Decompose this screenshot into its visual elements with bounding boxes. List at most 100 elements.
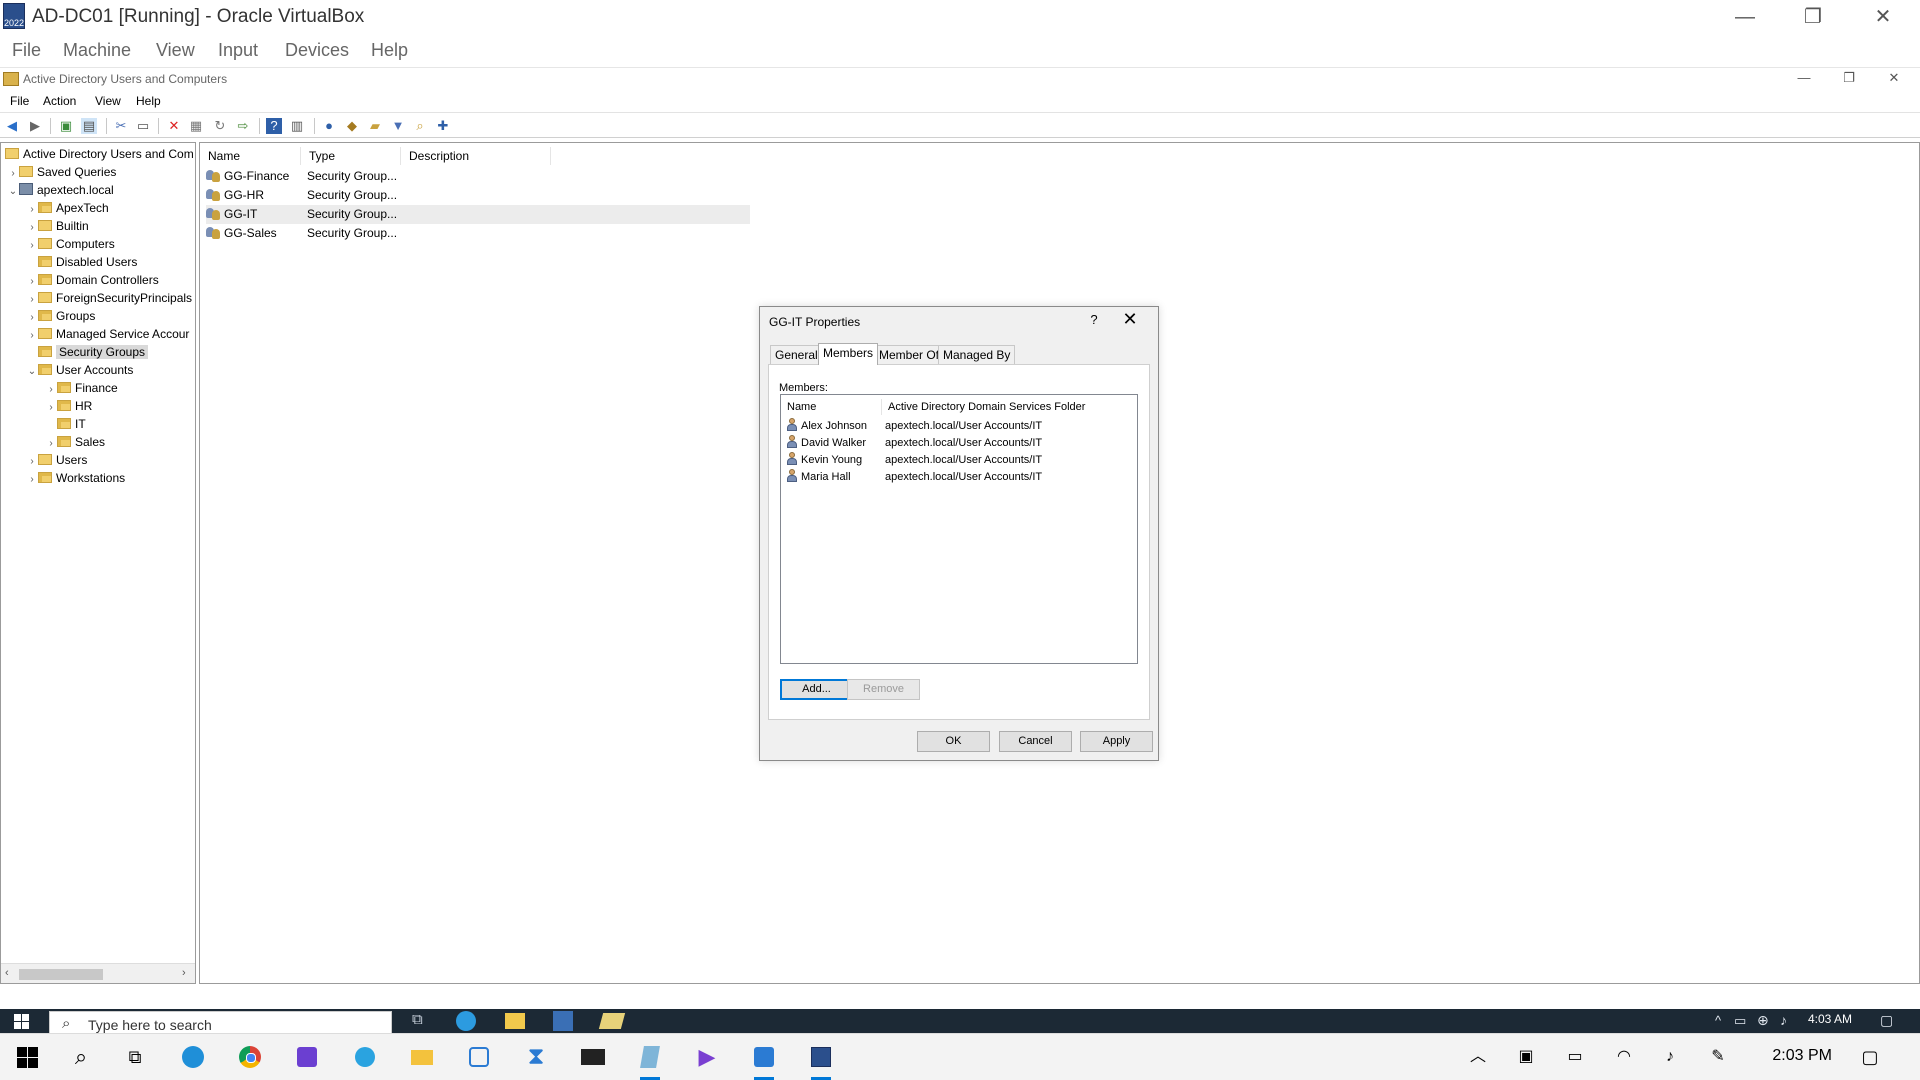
- filter-icon[interactable]: ▼: [390, 118, 406, 134]
- export-list-icon[interactable]: ⇨: [235, 118, 251, 134]
- list-row-gg-finance[interactable]: GG-Finance Security Group...: [206, 167, 750, 186]
- guest-tray-chevron-icon[interactable]: ^: [1715, 1013, 1721, 1028]
- host-wifi-icon[interactable]: ◠: [1609, 1042, 1639, 1072]
- host-telegram-icon[interactable]: [350, 1042, 380, 1072]
- host-snipping-tool-icon[interactable]: [464, 1042, 494, 1072]
- member-row[interactable]: Kevin Young apextech.local/User Accounts/…: [787, 452, 1042, 469]
- host-vscode-icon[interactable]: ⧗: [521, 1042, 551, 1072]
- guest-task-view-icon[interactable]: ⧉: [412, 1011, 423, 1028]
- guest-server-manager-icon[interactable]: [553, 1011, 573, 1031]
- tree-item-disabled-users[interactable]: Disabled Users: [26, 253, 137, 271]
- tree-item-hr[interactable]: › HR: [45, 397, 92, 415]
- add-member-button[interactable]: Add...: [780, 679, 853, 700]
- new-group-icon[interactable]: ◆: [344, 118, 360, 134]
- tree-item-managed-service-accounts[interactable]: › Managed Service Accour: [26, 325, 189, 343]
- tree-item-workstations[interactable]: › Workstations: [26, 469, 125, 487]
- guest-file-explorer-icon[interactable]: [505, 1013, 525, 1029]
- delete-icon[interactable]: ✕: [166, 118, 182, 134]
- host-visual-studio-icon[interactable]: ▶: [692, 1042, 722, 1072]
- host-chrome-icon[interactable]: [235, 1042, 265, 1072]
- scroll-right-icon[interactable]: ›: [182, 967, 186, 979]
- host-vbox-manager-icon[interactable]: [749, 1042, 779, 1080]
- tree-item-sales[interactable]: › Sales: [45, 433, 105, 451]
- host-search-icon[interactable]: ⌕: [66, 1042, 96, 1072]
- properties-icon[interactable]: ▦: [188, 118, 204, 134]
- close-button[interactable]: ✕: [1848, 0, 1918, 34]
- host-task-view-icon[interactable]: ⧉: [120, 1042, 150, 1072]
- host-file-explorer-icon[interactable]: [407, 1042, 437, 1072]
- copy-icon[interactable]: ▭: [135, 118, 151, 134]
- column-header-description[interactable]: Description: [401, 147, 551, 165]
- new-user-icon[interactable]: ●: [321, 118, 337, 134]
- tree-item-groups[interactable]: › Groups: [26, 307, 95, 325]
- add-to-group-icon[interactable]: ✚: [435, 118, 451, 134]
- mmc-close-button[interactable]: ✕: [1874, 70, 1914, 86]
- mmc-restore-button[interactable]: ❐: [1829, 70, 1869, 86]
- member-row[interactable]: Maria Hall apextech.local/User Accounts/I…: [787, 469, 1042, 486]
- help-icon[interactable]: ?: [266, 118, 282, 134]
- tab-member-of[interactable]: Member Of: [874, 345, 945, 364]
- guest-network-icon[interactable]: ⊕: [1757, 1012, 1769, 1029]
- forward-arrow-icon[interactable]: ▶: [27, 118, 43, 134]
- show-action-pane-icon[interactable]: ▥: [289, 118, 305, 134]
- new-ou-icon[interactable]: ▰: [367, 118, 383, 134]
- list-row-gg-sales[interactable]: GG-Sales Security Group...: [206, 224, 750, 243]
- scrollbar-thumb[interactable]: [19, 969, 103, 980]
- cancel-button[interactable]: Cancel: [999, 731, 1072, 752]
- chevron-right-icon[interactable]: ›: [26, 471, 38, 489]
- cut-icon[interactable]: ✂: [113, 118, 129, 134]
- tree-root[interactable]: Active Directory Users and Com: [5, 145, 194, 163]
- minimize-button[interactable]: —: [1710, 0, 1780, 34]
- member-row[interactable]: David Walker apextech.local/User Accounts…: [787, 435, 1042, 452]
- chevron-down-icon[interactable]: ⌄: [7, 183, 19, 201]
- host-tray-chevron-icon[interactable]: ︿: [1463, 1042, 1493, 1072]
- guest-volume-icon[interactable]: ♪: [1780, 1012, 1787, 1028]
- host-camera-icon[interactable]: ▣: [1511, 1042, 1541, 1072]
- mmc-menu-file[interactable]: File: [10, 94, 29, 108]
- mmc-minimize-button[interactable]: —: [1784, 70, 1824, 85]
- member-row[interactable]: Alex Johnson apextech.local/User Accounts…: [787, 418, 1042, 435]
- list-row-gg-hr[interactable]: GG-HR Security Group...: [206, 186, 750, 205]
- tree-item-user-accounts[interactable]: ⌄ User Accounts: [26, 361, 134, 379]
- mmc-menu-action[interactable]: Action: [43, 94, 76, 108]
- tree-item-it[interactable]: IT: [45, 415, 86, 433]
- apply-button[interactable]: Apply: [1080, 731, 1153, 752]
- dialog-help-button[interactable]: ?: [1084, 312, 1104, 327]
- host-video-editor-icon[interactable]: [292, 1042, 322, 1072]
- host-volume-icon[interactable]: ♪: [1655, 1042, 1685, 1072]
- mmc-menu-view[interactable]: View: [95, 94, 121, 108]
- host-notepad-icon[interactable]: [635, 1042, 665, 1080]
- tree-horizontal-scrollbar[interactable]: ‹ ›: [1, 963, 195, 983]
- tab-members[interactable]: Members: [818, 343, 879, 365]
- guest-windows-start-icon[interactable]: [14, 1014, 30, 1030]
- back-arrow-icon[interactable]: ◀: [4, 118, 20, 134]
- menu-view[interactable]: View: [156, 40, 195, 61]
- host-windows-start-icon[interactable]: [12, 1042, 42, 1072]
- menu-file[interactable]: File: [12, 40, 41, 61]
- tree-item-domain-controllers[interactable]: › Domain Controllers: [26, 271, 158, 289]
- host-notifications-icon[interactable]: ▢: [1855, 1042, 1885, 1072]
- members-list[interactable]: Name Active Directory Domain Services Fo…: [780, 394, 1138, 664]
- host-clock[interactable]: 2:03 PM: [1772, 1047, 1832, 1065]
- column-header-type[interactable]: Type: [301, 147, 401, 165]
- ok-button[interactable]: OK: [917, 731, 990, 752]
- menu-devices[interactable]: Devices: [285, 40, 349, 61]
- guest-aduc-icon[interactable]: [598, 1013, 626, 1029]
- host-edge-icon[interactable]: [178, 1042, 208, 1072]
- tab-general[interactable]: General: [770, 345, 823, 364]
- host-vm-window-icon[interactable]: [806, 1042, 836, 1080]
- restore-button[interactable]: ❐: [1778, 0, 1848, 34]
- scroll-left-icon[interactable]: ‹: [5, 967, 9, 979]
- refresh-icon[interactable]: ↻: [212, 118, 228, 134]
- tree-item-saved-queries[interactable]: › Saved Queries: [7, 163, 116, 181]
- menu-input[interactable]: Input: [218, 40, 258, 61]
- members-column-name[interactable]: Name: [781, 399, 882, 415]
- host-pen-icon[interactable]: ✎: [1703, 1042, 1733, 1072]
- mmc-menu-help[interactable]: Help: [136, 94, 161, 108]
- host-terminal-icon[interactable]: [578, 1042, 608, 1072]
- tree-item-foreign-security-principals[interactable]: › ForeignSecurityPrincipals: [26, 289, 192, 307]
- tree-item-computers[interactable]: › Computers: [26, 235, 114, 253]
- list-row-gg-it[interactable]: GG-IT Security Group...: [206, 205, 750, 224]
- guest-clock[interactable]: 4:03 AM: [1808, 1012, 1852, 1026]
- tree-item-security-groups[interactable]: Security Groups: [26, 343, 149, 361]
